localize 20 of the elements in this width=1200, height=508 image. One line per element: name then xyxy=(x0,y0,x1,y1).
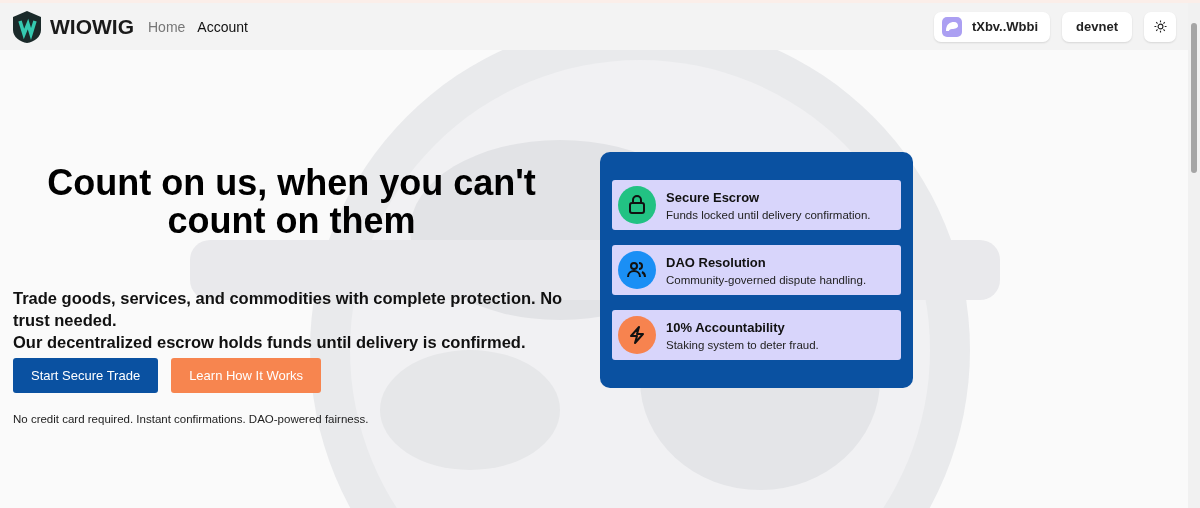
feature-title: DAO Resolution xyxy=(666,254,767,270)
start-trade-button[interactable]: Start Secure Trade xyxy=(13,358,159,393)
feature-text: Funds locked until delivery confirmation. xyxy=(666,208,871,221)
feature-text: Community-governed dispute handling. xyxy=(666,273,867,286)
brand-name: WIOWIG xyxy=(50,14,134,39)
lead-text: Trade goods, services, and commodities with complete protection. No trust needed. xyxy=(13,288,564,331)
nav-link[interactable]: Account xyxy=(197,18,248,35)
feature-text: Staking system to deter fraud. xyxy=(666,338,819,351)
feature-title: 10% Accountability xyxy=(666,319,786,335)
shield-logo-icon xyxy=(12,9,42,44)
headline: Count on us, when you can't count on them xyxy=(46,164,537,240)
lead-text: Our decentralized escrow holds funds until delivery is confirmed. xyxy=(13,332,527,353)
note-text: No credit card required. Instant confirmations. DAO-powered fairness. xyxy=(13,413,370,425)
wallet-button[interactable]: tXbv..Wbbi xyxy=(933,11,1051,42)
network-button[interactable]: devnet xyxy=(1062,11,1132,42)
scrollbar[interactable] xyxy=(1188,3,1200,508)
feature-title: Secure Escrow xyxy=(666,189,761,205)
sun-icon xyxy=(1153,20,1167,33)
nav-link[interactable]: Home xyxy=(148,18,186,35)
theme-button[interactable] xyxy=(1144,11,1176,42)
